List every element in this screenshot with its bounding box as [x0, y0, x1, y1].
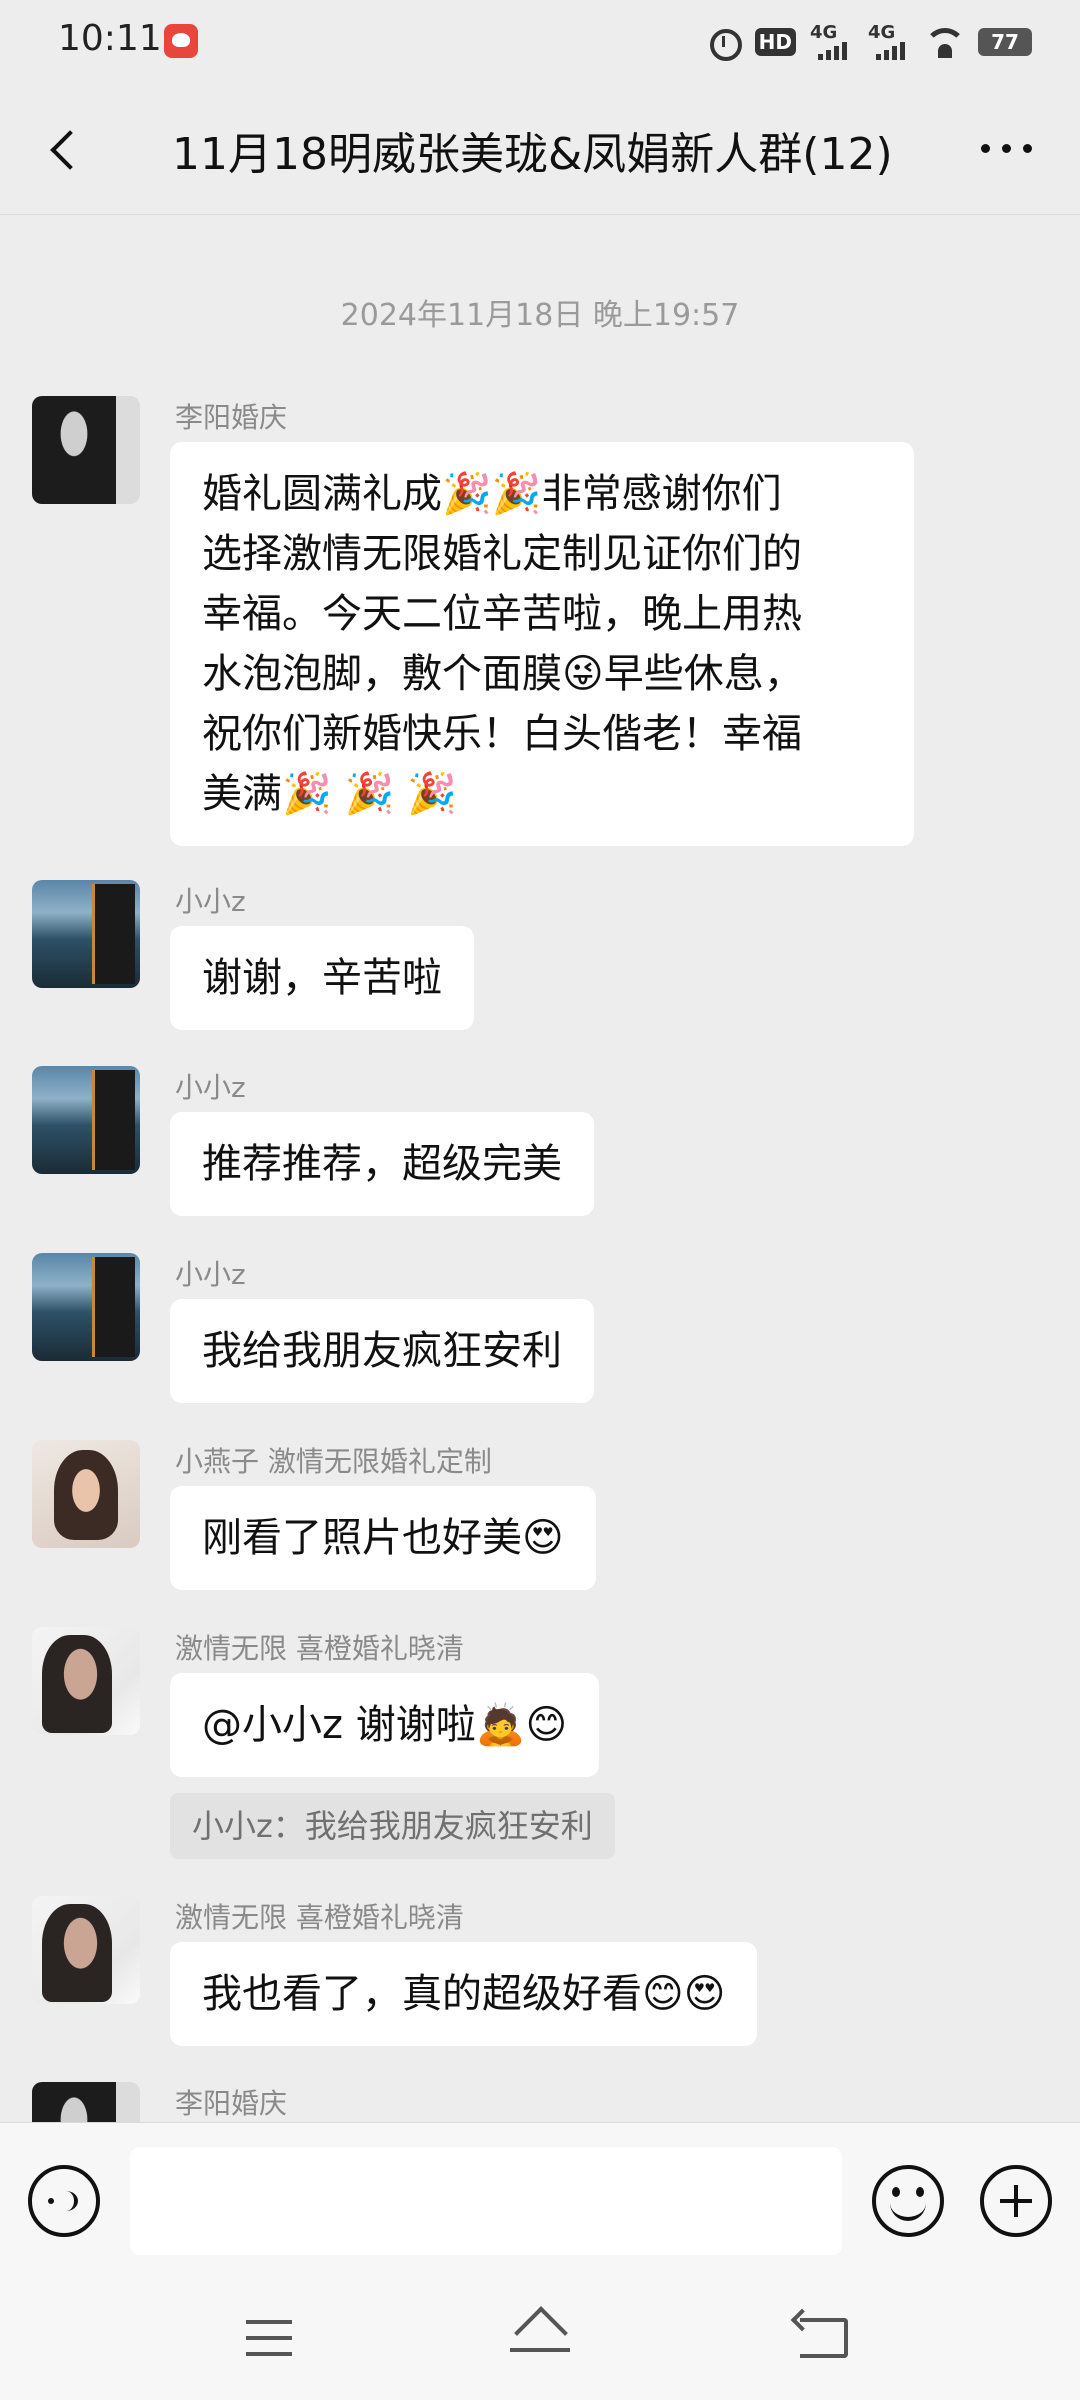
avatar[interactable] [32, 880, 140, 988]
message-line: 美满🎉 🎉 🎉 [202, 771, 457, 817]
signal-icon: 4G [810, 22, 854, 62]
hd-icon: HD [754, 28, 796, 56]
avatar[interactable] [32, 1896, 140, 2004]
sender-name: 李阳婚庆 [175, 2087, 288, 2120]
chat-header: 11月18明威张美珑&凤娟新人群(12) [0, 84, 1080, 215]
chat-timestamp: 2024年11月18日 晚上19:57 [340, 298, 740, 333]
status-icons: HD 4G 4G 77 [707, 20, 1032, 64]
wifi-icon [926, 26, 964, 58]
voice-icon[interactable] [28, 2165, 100, 2237]
home-icon[interactable] [510, 2310, 570, 2360]
notification-app-icon [164, 24, 198, 58]
signal-label: 4G [868, 22, 896, 43]
avatar[interactable] [32, 1627, 140, 1735]
message-line: 幸福。今天二位辛苦啦，晚上用热 [202, 591, 802, 637]
alarm-icon [707, 25, 742, 61]
status-time: 10:11 [58, 18, 162, 59]
message-input[interactable] [130, 2147, 842, 2255]
avatar[interactable] [32, 1253, 140, 1361]
chat-title: 11月18明威张美珑&凤娟新人群(12) [172, 129, 893, 180]
sender-name: 李阳婚庆 [175, 401, 288, 434]
battery-icon: 77 [978, 28, 1032, 56]
plus-icon[interactable] [980, 2165, 1052, 2237]
message-bubble[interactable]: 推荐推荐，超级完美 [170, 1112, 594, 1216]
message-item: 李阳婚庆 [0, 2082, 1080, 2122]
avatar[interactable] [32, 396, 140, 504]
message-line: 水泡泡脚，敷个面膜😜早些休息， [202, 651, 804, 697]
system-nav-bar [0, 2278, 1080, 2400]
signal-icon: 4G [868, 22, 912, 62]
sender-name: 激情无限 喜橙婚礼晓清 [175, 1632, 464, 1665]
sender-name: 激情无限 喜橙婚礼晓清 [175, 1901, 464, 1934]
menu-icon[interactable] [246, 2320, 292, 2356]
emoji-icon[interactable] [872, 2165, 944, 2237]
sender-name: 小小z [175, 1071, 246, 1104]
nav-back-icon[interactable] [800, 2318, 848, 2358]
status-bar: 10:11 HD 4G 4G 77 [0, 0, 1080, 84]
sender-name: 小燕子 激情无限婚礼定制 [175, 1445, 492, 1478]
avatar[interactable] [32, 1440, 140, 1548]
avatar[interactable] [32, 2082, 140, 2122]
input-bar [0, 2122, 1080, 2279]
message-bubble[interactable]: @小小z 谢谢啦🙇😊 [170, 1673, 600, 1777]
message-bubble[interactable]: 我也看了，真的超级好看😊😍 [170, 1942, 758, 2046]
more-dots-icon[interactable] [976, 128, 1036, 168]
avatar[interactable] [32, 1066, 140, 1174]
sender-name: 小小z [175, 885, 246, 918]
message-line: 婚礼圆满礼成🎉🎉非常感谢你们 [202, 471, 782, 517]
sender-name: 小小z [175, 1258, 246, 1291]
message-bubble[interactable]: 刚看了照片也好美😍 [170, 1486, 596, 1590]
message-bubble[interactable]: 婚礼圆满礼成🎉🎉非常感谢你们 选择激情无限婚礼定制见证你们的 幸福。今天二位辛苦… [170, 442, 914, 846]
message-bubble[interactable]: 我给我朋友疯狂安利 [170, 1299, 594, 1403]
message-line: 选择激情无限婚礼定制见证你们的 [202, 531, 802, 577]
message-bubble[interactable]: 谢谢，辛苦啦 [170, 926, 474, 1030]
signal-label: 4G [810, 22, 838, 43]
quoted-message[interactable]: 小小z：我给我朋友疯狂安利 [170, 1793, 615, 1859]
message-line: 祝你们新婚快乐！白头偕老！幸福 [202, 711, 802, 757]
back-arrow-icon[interactable] [42, 124, 82, 174]
